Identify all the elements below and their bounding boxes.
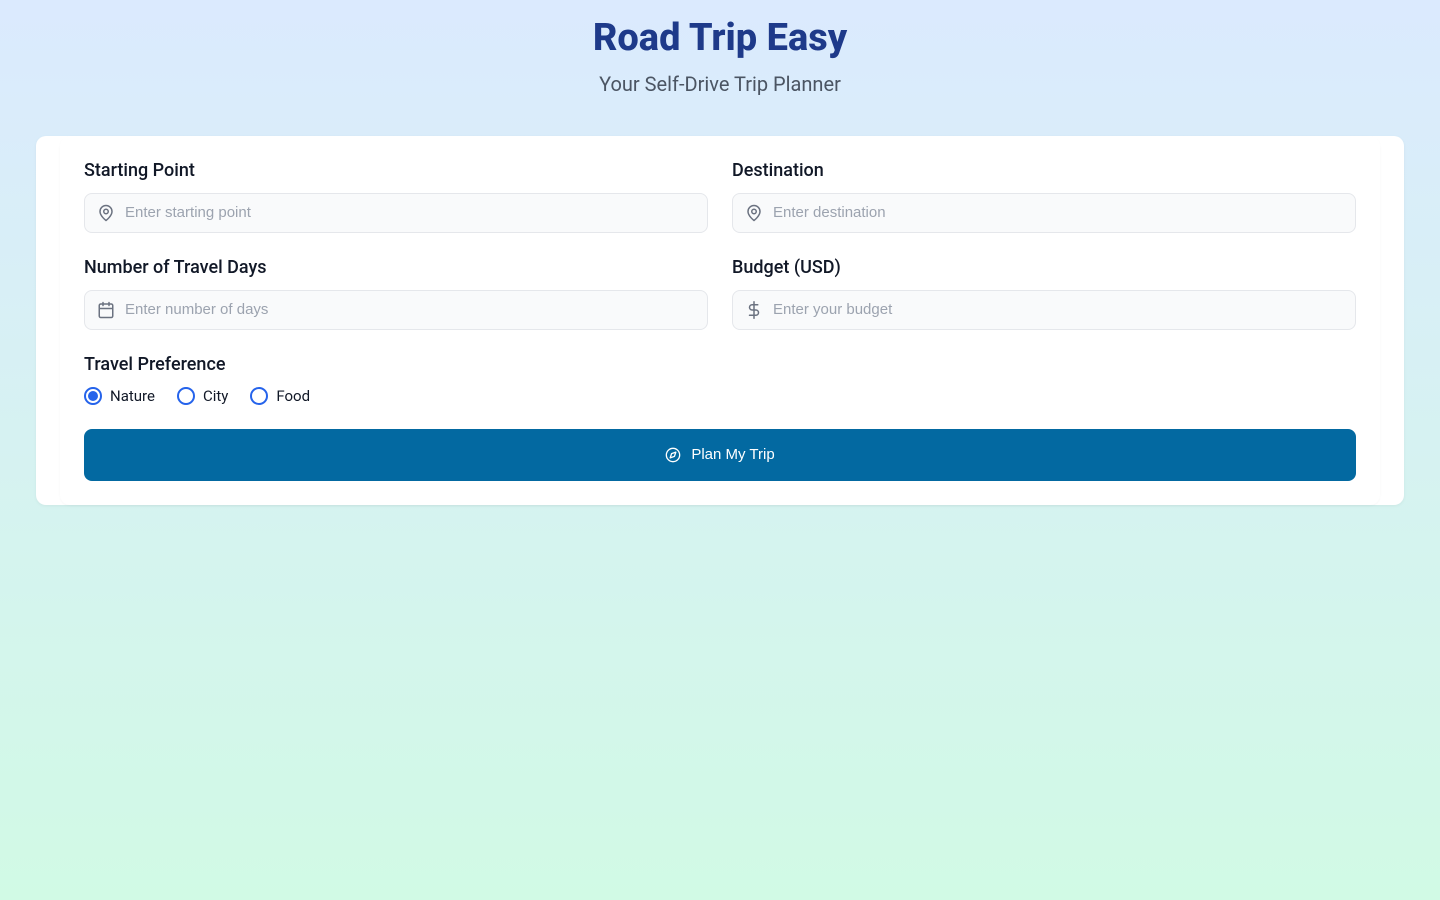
destination-field: Destination	[732, 160, 1356, 233]
budget-input-wrap[interactable]	[732, 290, 1356, 330]
planner-form: Starting Point Destination Number of Tra…	[60, 136, 1380, 505]
radio-label: City	[203, 387, 228, 405]
compass-icon	[665, 447, 681, 463]
starting-point-label: Starting Point	[84, 160, 708, 181]
destination-label: Destination	[732, 160, 1356, 181]
days-input-wrap[interactable]	[84, 290, 708, 330]
days-label: Number of Travel Days	[84, 257, 708, 278]
destination-input-wrap[interactable]	[732, 193, 1356, 233]
app-header: Road Trip Easy Your Self-Drive Trip Plan…	[0, 0, 1440, 104]
app-title: Road Trip Easy	[0, 16, 1440, 62]
radio-label: Food	[276, 387, 310, 405]
starting-point-input-wrap[interactable]	[84, 193, 708, 233]
budget-input[interactable]	[773, 291, 1343, 329]
starting-point-field: Starting Point	[84, 160, 708, 233]
days-input[interactable]	[125, 291, 695, 329]
budget-label: Budget (USD)	[732, 257, 1356, 278]
calendar-icon	[97, 301, 115, 319]
plan-trip-button[interactable]: Plan My Trip	[84, 429, 1356, 481]
preference-radios: Nature City Food	[84, 387, 1356, 405]
preference-label: Travel Preference	[84, 354, 1356, 375]
starting-point-input[interactable]	[125, 194, 695, 232]
map-pin-icon	[745, 204, 763, 222]
preference-field: Travel Preference Nature City Food	[84, 354, 1356, 405]
planner-card: Starting Point Destination Number of Tra…	[36, 136, 1404, 505]
radio-nature[interactable]: Nature	[84, 387, 155, 405]
app-subtitle: Your Self-Drive Trip Planner	[0, 72, 1440, 96]
radio-city[interactable]: City	[177, 387, 228, 405]
radio-circle-icon	[84, 387, 102, 405]
radio-circle-icon	[177, 387, 195, 405]
dollar-sign-icon	[745, 301, 763, 319]
radio-label: Nature	[110, 387, 155, 405]
plan-trip-label: Plan My Trip	[691, 446, 774, 463]
budget-field: Budget (USD)	[732, 257, 1356, 330]
days-field: Number of Travel Days	[84, 257, 708, 330]
destination-input[interactable]	[773, 194, 1343, 232]
radio-food[interactable]: Food	[250, 387, 310, 405]
radio-circle-icon	[250, 387, 268, 405]
map-pin-icon	[97, 204, 115, 222]
